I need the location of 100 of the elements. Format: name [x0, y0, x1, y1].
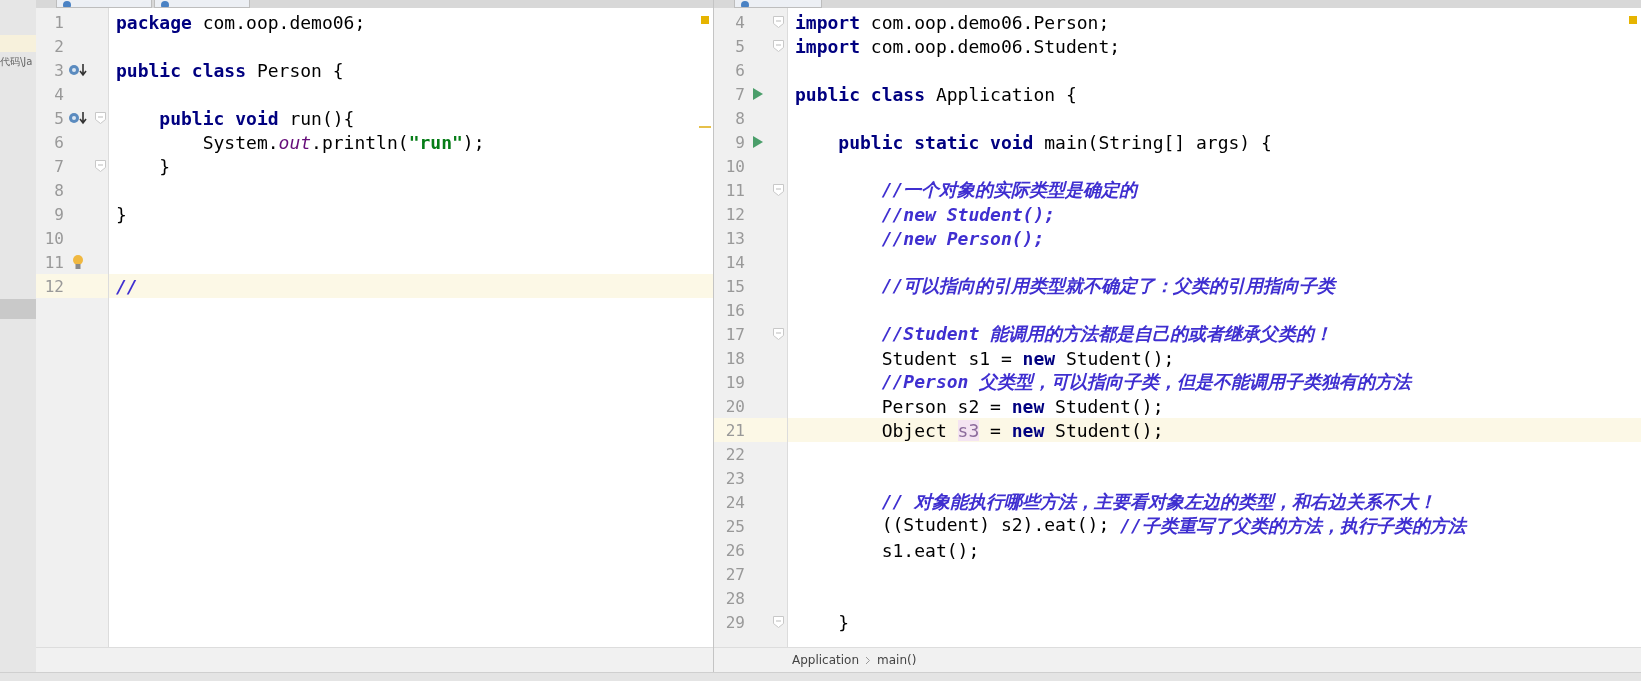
- fold-icon[interactable]: [773, 616, 784, 628]
- breadcrumb-item[interactable]: Application: [792, 653, 860, 667]
- line-number: 6: [53, 132, 64, 152]
- line-number: 8: [734, 108, 745, 128]
- line-number: 17: [724, 324, 745, 344]
- line-number: 20: [724, 396, 745, 416]
- code-text: Student();: [1064, 347, 1175, 369]
- fold-icon[interactable]: [773, 16, 784, 28]
- circle-arrow-icon[interactable]: [68, 62, 88, 78]
- line-number: 15: [724, 276, 745, 296]
- line-number: 18: [724, 348, 745, 368]
- breadcrumb-item[interactable]: main(): [877, 653, 917, 667]
- code-text: s3: [957, 419, 980, 441]
- code-text: import: [795, 35, 861, 57]
- line-number: 8: [53, 180, 64, 200]
- code-text: Student s1 =: [880, 347, 1013, 369]
- file-tab[interactable]: [154, 0, 250, 8]
- line-number: 14: [724, 252, 745, 272]
- line-number: 1: [53, 12, 64, 32]
- line-number: 13: [724, 228, 745, 248]
- selected-row[interactable]: [0, 299, 36, 319]
- code-text: s1.eat();: [880, 539, 980, 561]
- fold-icon[interactable]: [94, 112, 106, 124]
- code-text: run(){: [288, 107, 355, 129]
- class-icon: [741, 1, 749, 7]
- line-number: 12: [43, 276, 64, 296]
- line-number: 5: [53, 108, 64, 128]
- code-text: import: [795, 11, 861, 33]
- code-text: public class: [116, 59, 247, 81]
- line-number: 23: [724, 468, 745, 488]
- line-number: 2: [53, 36, 64, 56]
- warning-marker[interactable]: [701, 16, 709, 24]
- path-text: 代码\Ja: [0, 55, 34, 69]
- code-text: com.oop.demo06.Person;: [869, 11, 1110, 33]
- code-text: new: [1022, 347, 1056, 369]
- line-number: 7: [734, 84, 745, 104]
- code-comment: //一个对象的实际类型是确定的: [880, 178, 1138, 202]
- line-number: 24: [724, 492, 745, 512]
- line-number: 25: [724, 516, 745, 536]
- line-number: 19: [724, 372, 745, 392]
- line-number: 9: [53, 204, 64, 224]
- line-number: 26: [724, 540, 745, 560]
- fold-icon[interactable]: [773, 328, 784, 340]
- code-comment: //new Student();: [880, 203, 1056, 225]
- line-number: 4: [53, 84, 64, 104]
- line-number: 11: [724, 180, 745, 200]
- line-number: 11: [43, 252, 64, 272]
- file-tab[interactable]: [734, 0, 822, 8]
- code-text: ((Student) s2).eat();: [880, 514, 1111, 537]
- fold-icon[interactable]: [94, 160, 106, 172]
- code-text: out: [278, 131, 312, 153]
- code-text: com.oop.demo06.Student;: [869, 35, 1121, 57]
- code-text: =: [989, 419, 1002, 441]
- line-number: 6: [734, 60, 745, 80]
- code-text: Person s2 =: [880, 395, 1002, 417]
- code-text: Student();: [1054, 395, 1164, 417]
- code-text: com.oop.demo06;: [201, 11, 366, 33]
- code-text: Student();: [1054, 419, 1164, 441]
- warning-marker[interactable]: [699, 126, 711, 128]
- code-text: );: [462, 131, 485, 153]
- code-text: }: [837, 611, 850, 633]
- line-number: 27: [724, 564, 745, 584]
- code-comment: //Person 父类型，可以指向子类，但是不能调用子类独有的方法: [880, 370, 1412, 394]
- code-text: public void: [158, 107, 279, 129]
- code-text: public class: [795, 83, 926, 105]
- line-number: 12: [724, 204, 745, 224]
- file-tab[interactable]: [56, 0, 152, 8]
- code-comment: //: [116, 275, 138, 297]
- line-number: 9: [734, 132, 745, 152]
- code-text: Application {: [934, 83, 1077, 105]
- code-text: "run": [408, 131, 463, 153]
- line-number: 21: [724, 420, 745, 440]
- code-text: new: [1011, 395, 1045, 417]
- code-comment: //可以指向的引用类型就不确定了：父类的引用指向子类: [880, 274, 1336, 298]
- line-number: 4: [734, 12, 745, 32]
- fold-icon[interactable]: [773, 184, 784, 196]
- run-icon[interactable]: [751, 135, 764, 149]
- line-number: 16: [724, 300, 745, 320]
- line-number: 22: [724, 444, 745, 464]
- code-text: }: [116, 203, 127, 225]
- code-comment: // 对象能执行哪些方法，主要看对象左边的类型，和右边关系不大！: [880, 490, 1437, 514]
- code-text: public static void: [837, 131, 1034, 153]
- warning-marker[interactable]: [1629, 16, 1637, 24]
- run-icon[interactable]: [751, 87, 764, 101]
- line-number: 10: [43, 228, 64, 248]
- code-text: main(String[] args) {: [1043, 131, 1272, 153]
- code-comment: //子类重写了父类的方法，执行子类的方法: [1120, 514, 1466, 538]
- line-number: 29: [724, 612, 745, 632]
- line-number: 28: [724, 588, 745, 608]
- fold-icon[interactable]: [773, 40, 784, 52]
- code-text: Person {: [255, 59, 344, 81]
- lightbulb-icon[interactable]: [72, 254, 84, 270]
- line-number: 10: [724, 156, 745, 176]
- circle-arrow-icon[interactable]: [68, 110, 88, 126]
- line-number: 3: [53, 60, 64, 80]
- code-comment: //Student 能调用的方法都是自己的或者继承父类的！: [880, 322, 1333, 346]
- code-text: package: [116, 11, 192, 33]
- code-text: Object: [880, 419, 948, 441]
- line-number: 7: [53, 156, 64, 176]
- code-text: new: [1011, 419, 1045, 441]
